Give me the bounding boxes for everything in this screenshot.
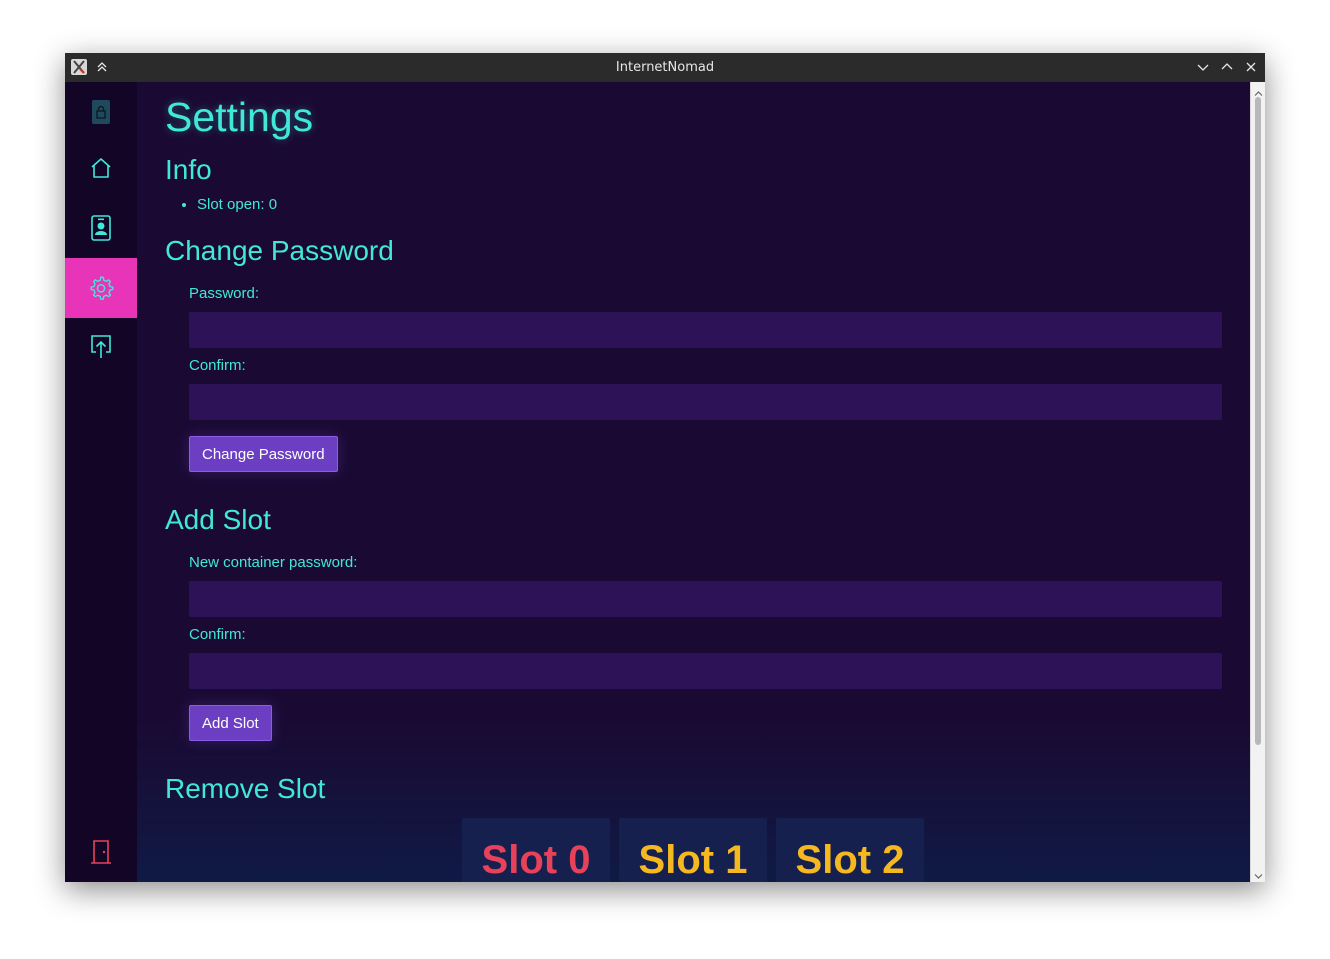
maximize-button[interactable] (1220, 60, 1234, 74)
gear-icon (88, 275, 114, 301)
add-slot-confirm-label: Confirm: (189, 626, 246, 643)
password-input[interactable] (189, 312, 1222, 348)
sidebar-item-settings[interactable] (65, 258, 137, 318)
settings-content: Settings Info Slot open: 0 Change Passwo… (137, 82, 1250, 882)
upload-icon (89, 333, 113, 359)
sidebar-item-upload[interactable] (65, 316, 137, 376)
new-container-password-label: New container password: (189, 554, 358, 571)
scroll-down-arrow-icon[interactable] (1254, 868, 1263, 879)
add-slot-heading: Add Slot (165, 504, 271, 535)
remove-slot-heading: Remove Slot (165, 773, 326, 804)
info-item-slot-open: Slot open: 0 (197, 196, 277, 213)
slot-card-2[interactable]: Slot 2 (776, 818, 924, 882)
lock-icon (90, 99, 112, 125)
title-bar: InternetNomad (65, 53, 1265, 83)
info-list: Slot open: 0 (169, 196, 277, 213)
change-password-heading: Change Password (165, 235, 394, 266)
slot-card-0[interactable]: Slot 0 (462, 818, 610, 882)
change-password-button[interactable]: Change Password (189, 436, 338, 472)
new-container-password-input[interactable] (189, 581, 1222, 617)
info-heading: Info (165, 154, 212, 185)
slot-label: Slot 0 (481, 838, 591, 882)
sidebar-item-lock[interactable] (65, 82, 137, 142)
vertical-scrollbar[interactable] (1250, 82, 1265, 882)
contact-card-icon (90, 215, 112, 241)
app-window: InternetNomad Settings Info • Slot open:… (65, 53, 1265, 882)
confirm-password-label: Confirm: (189, 357, 246, 374)
home-icon (89, 156, 113, 180)
page-title: Settings (165, 94, 314, 140)
scroll-thumb[interactable] (1255, 97, 1261, 745)
sidebar-item-exit[interactable] (65, 822, 137, 882)
slot-label: Slot 2 (795, 838, 905, 882)
confirm-password-input[interactable] (189, 384, 1222, 420)
close-button[interactable] (1244, 60, 1258, 74)
slot-label: Slot 1 (638, 838, 748, 882)
window-title: InternetNomad (615, 60, 715, 75)
sidebar-item-home[interactable] (65, 138, 137, 198)
minimize-button[interactable] (1196, 60, 1210, 74)
sidebar (65, 82, 137, 882)
sidebar-item-contacts[interactable] (65, 198, 137, 258)
password-label: Password: (189, 285, 260, 302)
add-slot-button[interactable]: Add Slot (189, 705, 272, 741)
slot-card-1[interactable]: Slot 1 (619, 818, 767, 882)
add-slot-confirm-input[interactable] (189, 653, 1222, 689)
exit-door-icon (90, 839, 112, 865)
scroll-up-arrow-icon[interactable] (1254, 85, 1263, 96)
